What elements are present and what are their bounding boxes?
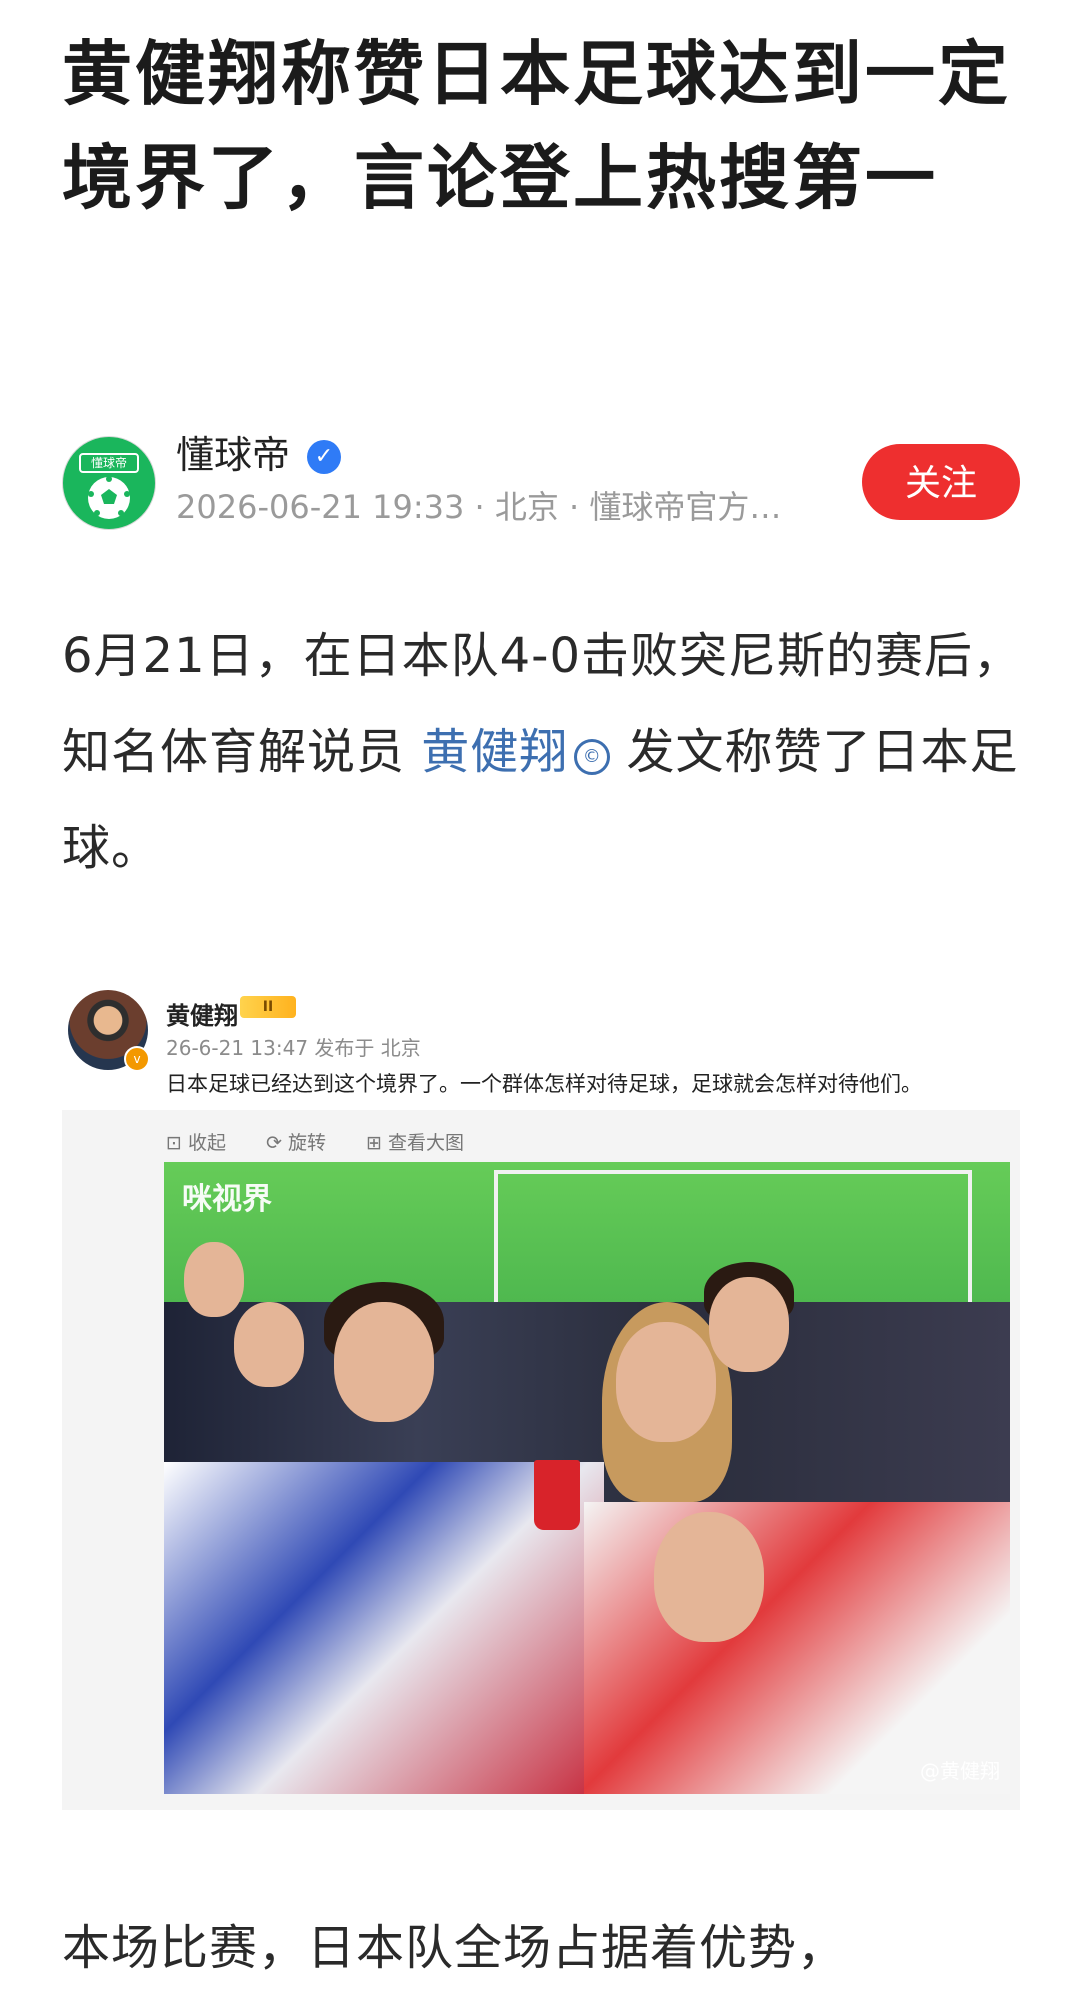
author-avatar[interactable]: 懂球帝 (62, 436, 156, 530)
view-large-icon: ⊞ (366, 1132, 382, 1154)
vip-level-badge: II (240, 996, 296, 1018)
verified-badge-icon: ✓ (307, 440, 341, 474)
rotate-icon: ⟳ (266, 1132, 282, 1154)
article-paragraph-2: 本场比赛，日本队全场占据着优势， (62, 1920, 847, 1976)
media-toolbar: ⊡ 收起 ⟳ 旋转 ⊞ 查看大图 (166, 1128, 498, 1155)
collapse-label: 收起 (187, 1132, 226, 1154)
video-logo: 咪视界 (182, 1182, 272, 1217)
author-bar: 懂球帝 懂球帝 ✓ 2026-06-21 19:33 · 北京 · 懂球帝官方…… (62, 430, 1020, 540)
photo-watermark: @黄健翔 (920, 1759, 1000, 1783)
fans-photo[interactable]: 咪视界 @黄健翔 (164, 1162, 1010, 1794)
link-icon[interactable]: © (574, 739, 611, 775)
person-link[interactable]: 黄健翔 (421, 724, 568, 780)
fan-face (334, 1302, 434, 1422)
fan-face (709, 1277, 789, 1372)
weibo-text: 日本足球已经达到这个境界了。一个群体怎样对待足球，足球就会怎样对待他们。 (166, 1072, 922, 1096)
embedded-weibo-post: v 黄健翔 II 26-6-21 13:47 发布于 北京 日本足球已经达到这个… (62, 980, 1020, 1810)
weibo-media: ⊡ 收起 ⟳ 旋转 ⊞ 查看大图 咪视界 @黄健翔 (62, 1110, 1020, 1810)
avatar-label: 懂球帝 (79, 453, 139, 473)
weibo-meta: 26-6-21 13:47 发布于 北京 (166, 1036, 421, 1060)
verified-v-icon: v (124, 1046, 150, 1072)
player-face (654, 1512, 764, 1642)
rotate-label: 旋转 (288, 1132, 327, 1154)
fan-face (234, 1302, 304, 1387)
fan-face (616, 1322, 716, 1442)
soccer-ball-icon (88, 476, 130, 519)
article-paragraph: 6月21日，在日本队4-0击败突尼斯的赛后，知名体育解说员 黄健翔 © 发文称赞了… (62, 608, 1027, 896)
player-banner-right (584, 1502, 1010, 1794)
weibo-avatar: v (68, 990, 150, 1072)
red-cup (534, 1460, 580, 1530)
article-title: 黄健翔称赞日本足球达到一定境界了，言论登上热搜第一 (62, 33, 1011, 219)
weibo-author-name: 黄健翔 (166, 1002, 238, 1030)
fan-face (184, 1242, 244, 1317)
collapse-icon: ⊡ (166, 1132, 182, 1154)
view-large-label: 查看大图 (388, 1132, 465, 1154)
post-meta: 2026-06-21 19:33 · 北京 · 懂球帝官方… (176, 488, 782, 526)
follow-button[interactable]: 关注 (862, 444, 1020, 520)
author-name[interactable]: 懂球帝 (176, 432, 290, 478)
